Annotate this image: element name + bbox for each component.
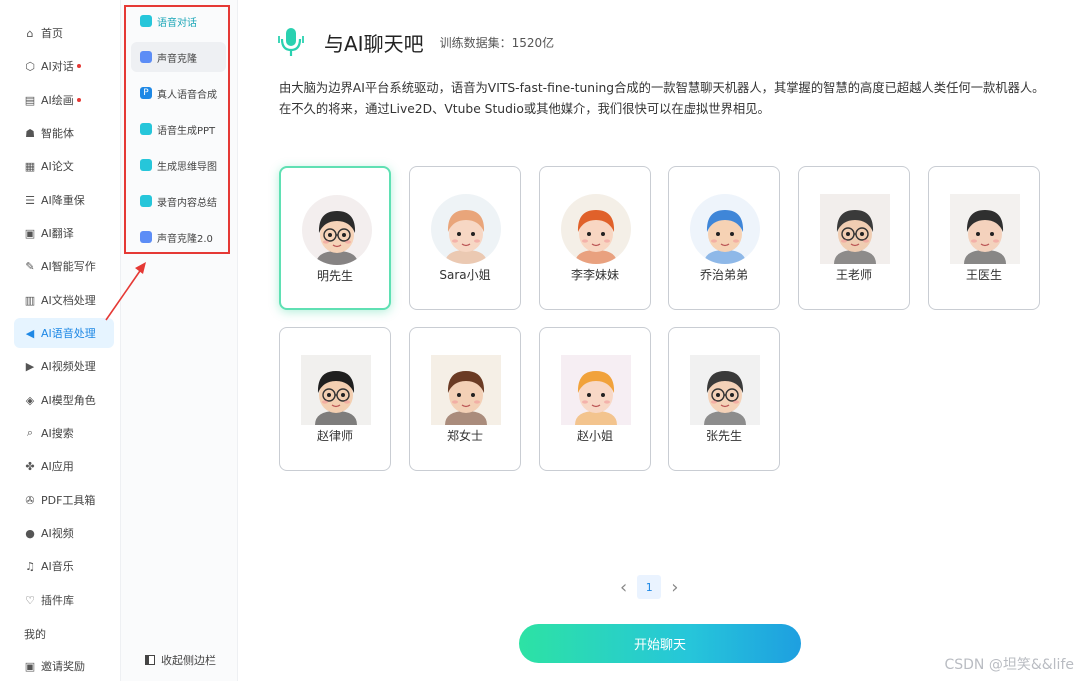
character-name: 明先生 bbox=[316, 269, 353, 283]
character-name: 王老师 bbox=[835, 268, 872, 282]
character-avatar bbox=[950, 194, 1020, 264]
character-card[interactable]: 郑女士 bbox=[409, 327, 521, 471]
character-avatar bbox=[820, 194, 890, 264]
collapse-sidebar-button[interactable]: 收起侧边栏 bbox=[145, 652, 216, 668]
next-page-icon[interactable]: › bbox=[671, 577, 678, 598]
character-avatar bbox=[301, 355, 371, 425]
microphone-icon bbox=[278, 28, 304, 56]
character-name: Sara小姐 bbox=[439, 268, 491, 282]
character-name: 赵律师 bbox=[316, 429, 353, 443]
collapse-icon bbox=[145, 655, 155, 665]
character-card[interactable]: 乔治弟弟 bbox=[668, 166, 780, 310]
character-avatar bbox=[690, 355, 760, 425]
character-card[interactable]: Sara小姐 bbox=[409, 166, 521, 310]
character-avatar bbox=[561, 355, 631, 425]
prev-page-icon[interactable]: ‹ bbox=[620, 577, 627, 598]
character-card[interactable]: 赵小姐 bbox=[539, 327, 651, 471]
start-chat-button[interactable]: 开始聊天 bbox=[519, 624, 801, 663]
page-description: 由大脑为边界AI平台系统驱动，语音为VITS-fast-fine-tuning合… bbox=[279, 81, 1045, 116]
character-avatar bbox=[431, 355, 501, 425]
character-name: 王医生 bbox=[965, 268, 1002, 282]
character-name: 赵小姐 bbox=[576, 429, 613, 443]
character-card[interactable]: 明先生 bbox=[279, 166, 391, 310]
page-header: 与AI聊天吧 训练数据集：1520亿 bbox=[278, 26, 554, 58]
character-name: 乔治弟弟 bbox=[699, 268, 748, 282]
character-avatar bbox=[302, 195, 372, 265]
page-title: 与AI聊天吧 bbox=[324, 31, 424, 56]
training-dataset-label: 训练数据集：1520亿 bbox=[439, 35, 555, 50]
character-card[interactable]: 赵律师 bbox=[279, 327, 391, 471]
character-name: 李李妹妹 bbox=[570, 268, 619, 282]
character-card[interactable]: 张先生 bbox=[668, 327, 780, 471]
character-avatar bbox=[431, 194, 501, 264]
watermark: CSDN @坦笑&&life bbox=[944, 657, 1074, 673]
character-avatar bbox=[561, 194, 631, 264]
collapse-sidebar-label: 收起侧边栏 bbox=[161, 654, 216, 667]
character-name: 郑女士 bbox=[446, 429, 483, 443]
annotation-arrow-icon bbox=[105, 262, 146, 321]
character-avatar bbox=[690, 194, 760, 264]
page-number-button[interactable]: 1 bbox=[637, 575, 662, 599]
character-card[interactable]: 李李妹妹 bbox=[539, 166, 651, 310]
character-card[interactable]: 王医生 bbox=[928, 166, 1040, 310]
pagination: ‹ 1 › bbox=[620, 575, 678, 599]
character-card[interactable]: 王老师 bbox=[798, 166, 910, 310]
character-name: 张先生 bbox=[705, 429, 742, 443]
